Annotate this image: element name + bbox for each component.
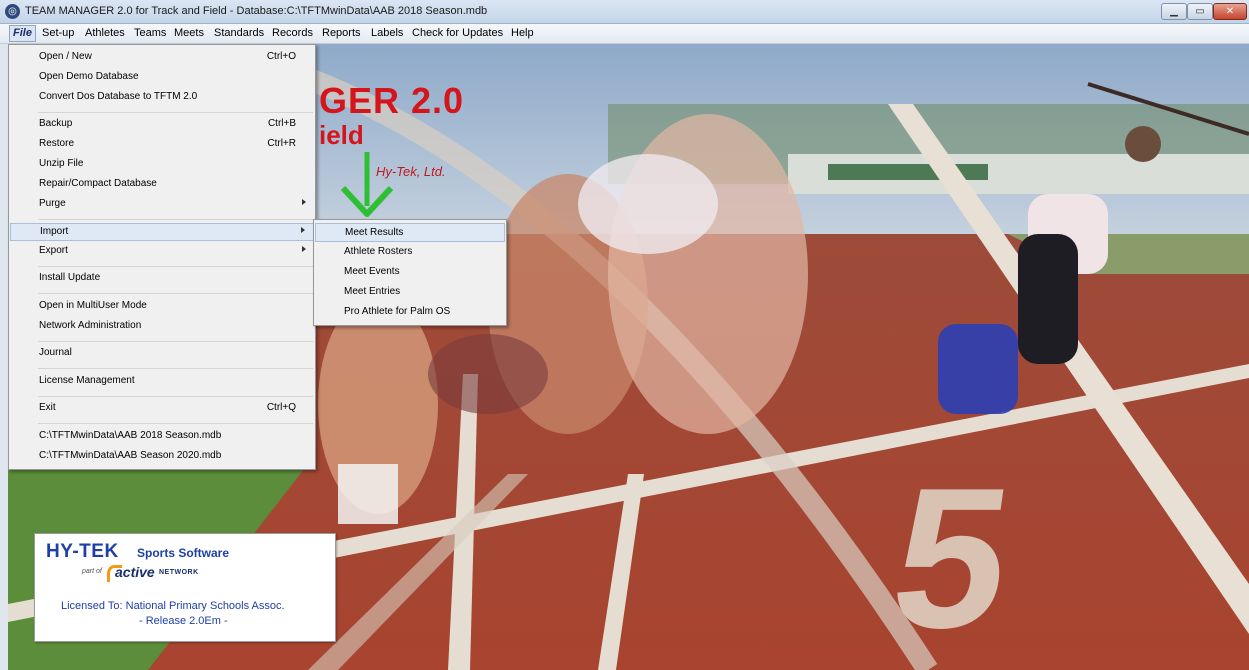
maximize-button[interactable]: ▭ bbox=[1187, 3, 1213, 20]
menu-separator bbox=[38, 396, 313, 397]
menu-file[interactable]: File bbox=[9, 25, 36, 42]
menu-help[interactable]: Help bbox=[508, 26, 537, 41]
menu-item-open-demo[interactable]: Open Demo Database bbox=[10, 69, 314, 87]
menu-item-convert-dos[interactable]: Convert Dos Database to TFTM 2.0 bbox=[10, 89, 314, 107]
hytek-logo: HY-TEK bbox=[46, 541, 119, 562]
menu-item-recent-file-1[interactable]: C:\TFTMwinData\AAB 2018 Season.mdb bbox=[10, 428, 314, 446]
menu-athletes[interactable]: Athletes bbox=[82, 26, 128, 41]
submenu-arrow-icon bbox=[302, 246, 306, 252]
file-menu-dropdown: Open / New Ctrl+O Open Demo Database Con… bbox=[8, 44, 316, 470]
minimize-button[interactable]: ▁ bbox=[1161, 3, 1187, 20]
menu-item-backup[interactable]: Backup Ctrl+B bbox=[10, 116, 314, 134]
menu-reports[interactable]: Reports bbox=[319, 26, 364, 41]
menu-item-journal[interactable]: Journal bbox=[10, 345, 314, 363]
menu-labels[interactable]: Labels bbox=[368, 26, 406, 41]
menu-item-install-update[interactable]: Install Update bbox=[10, 270, 314, 288]
menu-bar: File Set-up Athletes Teams Meets Standar… bbox=[0, 24, 1249, 44]
menu-item-license[interactable]: License Management bbox=[10, 373, 314, 391]
license-info-box: HY-TEK Sports Software part of active NE… bbox=[34, 533, 336, 642]
submenu-arrow-icon bbox=[301, 227, 305, 233]
menu-item-open-new[interactable]: Open / New Ctrl+O bbox=[10, 49, 314, 67]
submenu-item-meet-entries[interactable]: Meet Entries bbox=[315, 283, 505, 302]
submenu-item-meet-results[interactable]: Meet Results bbox=[315, 223, 505, 242]
import-submenu: Meet Results Athlete Rosters Meet Events… bbox=[313, 219, 507, 326]
app-icon[interactable]: ◎ bbox=[5, 4, 20, 19]
menu-item-restore[interactable]: Restore Ctrl+R bbox=[10, 136, 314, 154]
app-subtitle-text: ield bbox=[319, 120, 364, 150]
menu-standards[interactable]: Standards bbox=[211, 26, 267, 41]
menu-separator bbox=[38, 423, 313, 424]
window-title: TEAM MANAGER 2.0 for Track and Field - D… bbox=[25, 5, 488, 17]
sports-software-text: Sports Software bbox=[137, 546, 230, 560]
submenu-arrow-icon bbox=[302, 199, 306, 205]
menu-separator bbox=[38, 368, 313, 369]
active-network-logo: active bbox=[115, 564, 155, 580]
network-text: NETWORK bbox=[159, 569, 199, 576]
menu-separator bbox=[38, 293, 313, 294]
licensed-to-text: Licensed To: National Primary Schools As… bbox=[61, 600, 285, 612]
close-button[interactable]: ✕ bbox=[1213, 3, 1247, 20]
menu-check-updates[interactable]: Check for Updates bbox=[409, 26, 506, 41]
menu-item-purge[interactable]: Purge bbox=[10, 196, 314, 214]
menu-separator bbox=[38, 266, 313, 267]
app-title-text: GER 2.0 bbox=[319, 80, 465, 121]
submenu-item-meet-events[interactable]: Meet Events bbox=[315, 263, 505, 282]
menu-item-export[interactable]: Export bbox=[10, 243, 314, 261]
menu-records[interactable]: Records bbox=[269, 26, 316, 41]
menu-item-exit[interactable]: Exit Ctrl+Q bbox=[10, 400, 314, 418]
submenu-item-pro-athlete[interactable]: Pro Athlete for Palm OS bbox=[315, 303, 505, 322]
green-arrow-annotation bbox=[340, 152, 394, 217]
menu-meets[interactable]: Meets bbox=[171, 26, 207, 41]
menu-separator bbox=[38, 219, 313, 220]
release-text: - Release 2.0Em - bbox=[139, 615, 228, 627]
menu-item-network-admin[interactable]: Network Administration bbox=[10, 318, 314, 336]
menu-separator bbox=[38, 112, 313, 113]
title-bar: ◎ TEAM MANAGER 2.0 for Track and Field -… bbox=[0, 0, 1249, 24]
part-of-text: part of bbox=[82, 568, 102, 575]
menu-separator bbox=[38, 341, 313, 342]
menu-item-multiuser[interactable]: Open in MultiUser Mode bbox=[10, 298, 314, 316]
menu-item-import[interactable]: Import bbox=[10, 223, 314, 241]
menu-item-repair[interactable]: Repair/Compact Database bbox=[10, 176, 314, 194]
menu-item-unzip[interactable]: Unzip File bbox=[10, 156, 314, 174]
submenu-item-athlete-rosters[interactable]: Athlete Rosters bbox=[315, 243, 505, 262]
menu-item-recent-file-2[interactable]: C:\TFTMwinData\AAB Season 2020.mdb bbox=[10, 448, 314, 466]
menu-setup[interactable]: Set-up bbox=[39, 26, 77, 41]
menu-teams[interactable]: Teams bbox=[131, 26, 169, 41]
